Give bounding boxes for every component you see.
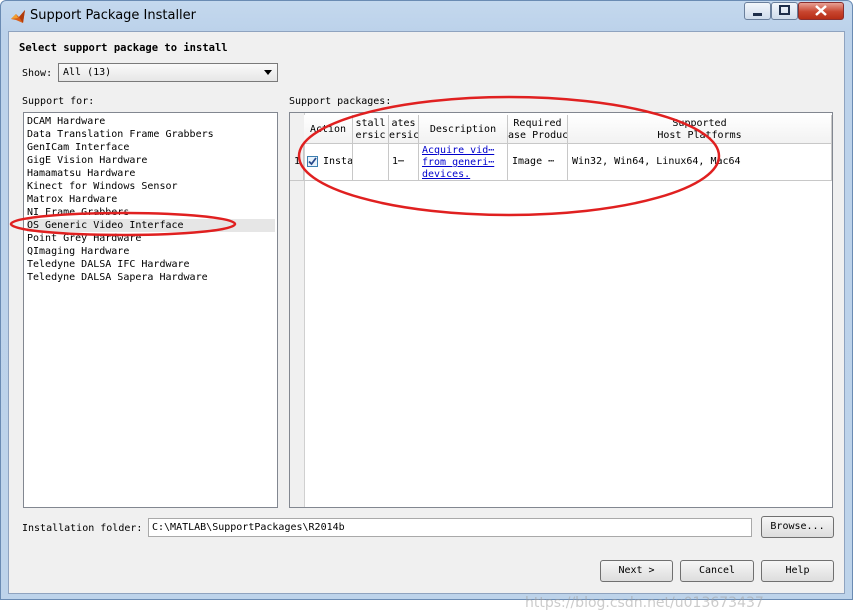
installer-window: Support Package Installer Select support…: [0, 0, 853, 611]
annotation-overlay: [9, 95, 721, 237]
annotation-ellipse-table: [297, 95, 721, 217]
annotation-ellipse-list: [9, 211, 237, 237]
